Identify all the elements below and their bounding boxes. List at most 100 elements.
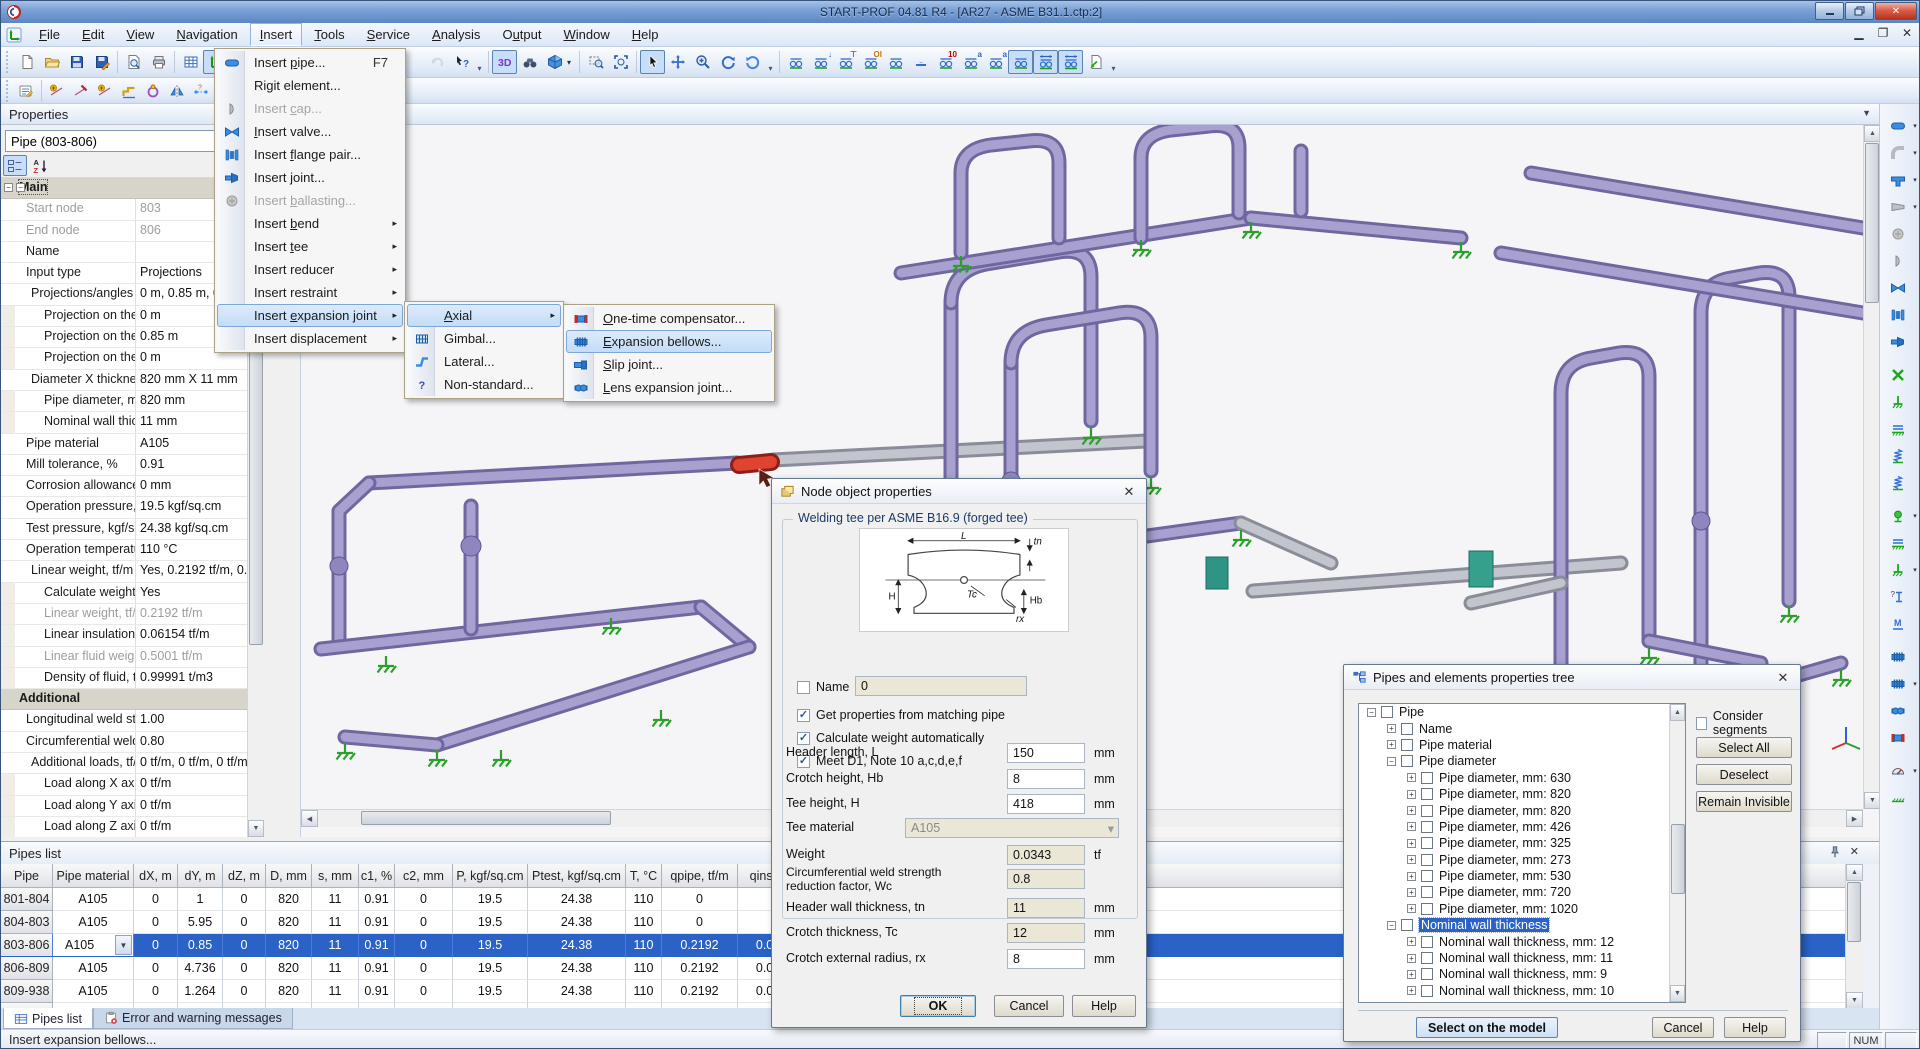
- insert-spring-support-button[interactable]: [1885, 444, 1911, 468]
- menu-tools[interactable]: Tools: [304, 23, 354, 46]
- property-value[interactable]: 0.5001 tf/m: [136, 647, 247, 667]
- tree-item-pipe-diameter-mm-720[interactable]: +Pipe diameter, mm: 720: [1359, 884, 1685, 900]
- property-row-operation-pressure-kgf-sq-cm[interactable]: Operation pressure, kgf/sq.cm19.5 kgf/sq…: [1, 497, 247, 518]
- cell[interactable]: A105: [53, 957, 134, 980]
- property-row-linear-weight-tf-m[interactable]: −Linear weight, tf/mYes, 0.2192 tf/m, 0.…: [1, 561, 247, 582]
- property-row-test-pressure-kgf-sq-cm[interactable]: Test pressure, kgf/sq.cm24.38 kgf/sq.cm: [1, 519, 247, 540]
- cell[interactable]: 11: [312, 934, 359, 957]
- column-header-pipe[interactable]: Pipe: [1, 864, 53, 888]
- cancel-button[interactable]: Cancel: [994, 995, 1064, 1017]
- tree-item-nominal-wall-thickness-mm-12[interactable]: +Nominal wall thickness, mm: 12: [1359, 933, 1685, 949]
- insert-node-support-button[interactable]: [1885, 504, 1911, 528]
- toolbar-overflow[interactable]: ▾: [765, 51, 776, 73]
- menu-item-insert-restraint[interactable]: Insert restraint▸: [217, 281, 403, 304]
- print-button[interactable]: [146, 50, 171, 74]
- property-row-diameter-x-thickness[interactable]: −Diameter X thickness820 mm X 11 mm: [1, 370, 247, 391]
- cell[interactable]: A105: [53, 911, 134, 934]
- insert-gauge-button[interactable]: [1885, 759, 1911, 783]
- menu-item-insert-displacement[interactable]: Insert displacement▸: [217, 327, 403, 350]
- property-value[interactable]: 0.99991 t/m3: [136, 668, 247, 688]
- close-pane-icon[interactable]: ✕: [1850, 845, 1859, 859]
- cell[interactable]: 24.38: [528, 934, 626, 957]
- tree-item-name[interactable]: +Name: [1359, 720, 1685, 736]
- menu-item-rigit-element[interactable]: Rigit element...: [217, 74, 403, 97]
- rotate-view-back-button[interactable]: [740, 50, 765, 74]
- property-row-end-node[interactable]: End node806: [1, 221, 247, 242]
- cell[interactable]: 0: [662, 911, 738, 934]
- submenu-item-lateral[interactable]: Lateral...: [407, 350, 561, 373]
- property-row-pipe-material[interactable]: Pipe materialA105: [1, 434, 247, 455]
- cell[interactable]: 0.91: [359, 911, 395, 934]
- row-header[interactable]: 806-809: [1, 957, 53, 980]
- property-value[interactable]: 24.38 kgf/sq.cm: [136, 519, 247, 539]
- insert-spring-hanger-button[interactable]: [1885, 471, 1911, 495]
- insert-joint-button[interactable]: [1885, 330, 1911, 354]
- property-row-load-along-x-axis[interactable]: Load along X axis0 tf/m: [1, 774, 247, 795]
- property-row-projection-on-the-y-axis[interactable]: Projection on the Y axis0.85 m: [1, 327, 247, 348]
- restraint-10-button[interactable]: 10: [933, 50, 958, 74]
- column-header-dz-m[interactable]: dZ, m: [223, 864, 266, 888]
- tree-item-nominal-wall-thickness-mm-9[interactable]: +Nominal wall thickness, mm: 9: [1359, 966, 1685, 982]
- column-header-dx-m[interactable]: dX, m: [134, 864, 178, 888]
- select-mode-button[interactable]: [640, 50, 665, 74]
- context-help-button[interactable]: ?: [449, 50, 474, 74]
- tree-scrollbar[interactable]: ▲ ▼: [1669, 704, 1685, 1002]
- property-value[interactable]: Yes: [136, 583, 247, 603]
- property-row-name[interactable]: Name: [1, 242, 247, 263]
- close-button[interactable]: ✕: [1875, 2, 1917, 20]
- menu-file[interactable]: File: [29, 23, 70, 46]
- column-header-qpipe-tf-m[interactable]: qpipe, tf/m: [662, 864, 738, 888]
- field-circumferential-weld-strength-[interactable]: 0.8: [1007, 869, 1085, 889]
- cell[interactable]: 820: [266, 911, 312, 934]
- cell[interactable]: 0: [223, 980, 266, 1003]
- submenu-item-slip-joint[interactable]: Slip joint...: [566, 353, 772, 376]
- property-row-pipe-diameter-mm[interactable]: Pipe diameter, mm820 mm: [1, 391, 247, 412]
- restraint-a1-button[interactable]: a: [958, 50, 983, 74]
- view-cube-button[interactable]: [542, 50, 567, 74]
- menu-item-insert-ballasting[interactable]: Insert ballasting...: [217, 189, 403, 212]
- field-crotch-thickness-tc[interactable]: 12: [1007, 923, 1085, 943]
- dialog-close-icon[interactable]: ✕: [1120, 484, 1138, 500]
- cell[interactable]: 110: [626, 980, 662, 1003]
- insert-bend-button[interactable]: [1885, 141, 1911, 165]
- restraint-a2-button[interactable]: a: [983, 50, 1008, 74]
- property-row-operation-temperature-c[interactable]: Operation temperature, °C110 °C: [1, 540, 247, 561]
- cell[interactable]: 19.5: [453, 888, 528, 911]
- property-row-projection-on-the-x-axis[interactable]: Projection on the X axis0 m: [1, 306, 247, 327]
- submenu-item-expansion-bellows[interactable]: Expansion bellows...: [566, 330, 772, 353]
- restore-button[interactable]: [1845, 2, 1874, 20]
- table-view-button[interactable]: [178, 50, 203, 74]
- cell[interactable]: 0: [223, 957, 266, 980]
- cell[interactable]: 1: [178, 888, 223, 911]
- cell[interactable]: 820: [266, 934, 312, 957]
- cell[interactable]: 0: [134, 888, 178, 911]
- cell[interactable]: 19.5: [453, 957, 528, 980]
- insert-cap-button[interactable]: [1885, 249, 1911, 273]
- cell[interactable]: 0: [395, 934, 453, 957]
- field-crotch-height-hb[interactable]: 8: [1007, 769, 1085, 789]
- insert-flange-pair-button[interactable]: [1885, 303, 1911, 327]
- property-value[interactable]: 110 °C: [136, 540, 247, 560]
- field-crotch-external-radius-rx[interactable]: 8: [1007, 949, 1085, 969]
- tree-item-pipe-diameter-mm-820[interactable]: +Pipe diameter, mm: 820: [1359, 802, 1685, 818]
- menu-item-insert-valve[interactable]: Insert valve...: [217, 120, 403, 143]
- property-value[interactable]: 0.91: [136, 455, 247, 475]
- sort-alphabetical-button[interactable]: AZ: [29, 155, 53, 176]
- property-value[interactable]: 0 tf/m: [136, 817, 247, 837]
- menu-item-insert-reducer[interactable]: Insert reducer▸: [217, 258, 403, 281]
- cell[interactable]: 19.5: [453, 934, 528, 957]
- pipes-table-scrollbar[interactable]: ▲ ▼: [1845, 864, 1863, 1009]
- name-checkbox[interactable]: Name: [797, 680, 849, 694]
- equipment-panel-2[interactable]: [1469, 551, 1493, 587]
- name-field[interactable]: 0: [855, 676, 1027, 696]
- cell[interactable]: 0: [395, 957, 453, 980]
- element-properties-button[interactable]: [14, 80, 38, 102]
- column-header-c2-mm[interactable]: c2, mm: [395, 864, 453, 888]
- cell[interactable]: 11: [312, 957, 359, 980]
- cell[interactable]: 24.38: [528, 911, 626, 934]
- property-row-input-type[interactable]: Input typeProjections: [1, 263, 247, 284]
- menu-edit[interactable]: Edit: [72, 23, 114, 46]
- property-row-linear-fluid-weight-tf-m[interactable]: Linear fluid weight, tf/m0.5001 tf/m: [1, 647, 247, 668]
- mirror-button[interactable]: [165, 80, 189, 102]
- new-file-button[interactable]: [14, 50, 39, 74]
